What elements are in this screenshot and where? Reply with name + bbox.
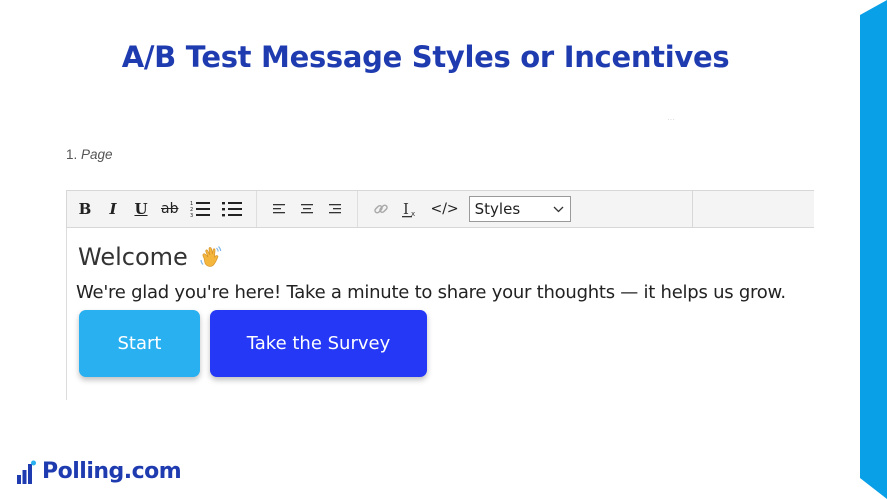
chevron-down-icon xyxy=(553,206,564,212)
take-survey-button[interactable]: Take the Survey xyxy=(210,310,427,377)
section-label: 1. Page xyxy=(66,147,113,162)
align-right-icon xyxy=(329,204,342,214)
faint-mark: ··· xyxy=(667,115,675,124)
waving-hand-icon xyxy=(200,246,222,267)
svg-text:3: 3 xyxy=(190,213,193,218)
side-accent-bar xyxy=(860,0,887,499)
bullet-list-button[interactable] xyxy=(218,196,246,222)
align-right-button[interactable] xyxy=(323,196,347,222)
toolbar-misc-group: I x </> Styles xyxy=(358,191,578,227)
link-icon xyxy=(374,204,389,214)
editor-border xyxy=(66,228,67,400)
bullet-list-icon xyxy=(222,202,243,217)
toolbar-format-group: B I U ab 1 2 3 xyxy=(67,191,258,227)
clear-format-button[interactable]: I x xyxy=(398,196,422,222)
link-button[interactable] xyxy=(368,196,394,222)
svg-text:I: I xyxy=(403,200,409,218)
italic-button[interactable]: I xyxy=(101,196,125,222)
clear-format-icon: I x xyxy=(402,200,416,218)
underline-button[interactable]: U xyxy=(129,196,153,222)
align-left-button[interactable] xyxy=(267,196,291,222)
slide-title: A/B Test Message Styles or Incentives xyxy=(121,40,730,74)
welcome-heading-text: Welcome xyxy=(78,243,188,271)
section-number: 1. xyxy=(66,147,78,162)
align-left-icon xyxy=(273,204,286,214)
strikethrough-button[interactable]: ab xyxy=(157,196,182,222)
ordered-list-button[interactable]: 1 2 3 xyxy=(186,196,214,222)
styles-dropdown[interactable]: Styles xyxy=(468,196,571,222)
toolbar-divider xyxy=(692,191,693,227)
start-button[interactable]: Start xyxy=(79,310,200,377)
align-center-button[interactable] xyxy=(295,196,319,222)
section-name: Page xyxy=(81,147,113,162)
code-button[interactable]: </> xyxy=(426,196,462,222)
polling-logo-icon xyxy=(17,460,36,484)
brand-name: Polling.com xyxy=(42,459,182,484)
polling-logo: Polling.com xyxy=(17,459,182,484)
ordered-list-icon: 1 2 3 xyxy=(190,201,211,218)
styles-dropdown-value: Styles xyxy=(474,200,521,218)
editor-toolbar: B I U ab 1 2 3 I x </> Styles xyxy=(66,190,814,228)
align-center-icon xyxy=(301,204,314,214)
editor-body-text[interactable]: We're glad you're here! Take a minute to… xyxy=(76,282,786,303)
bold-button[interactable]: B xyxy=(73,196,97,222)
toolbar-align-group xyxy=(257,191,359,227)
editor-heading[interactable]: Welcome xyxy=(78,243,224,271)
